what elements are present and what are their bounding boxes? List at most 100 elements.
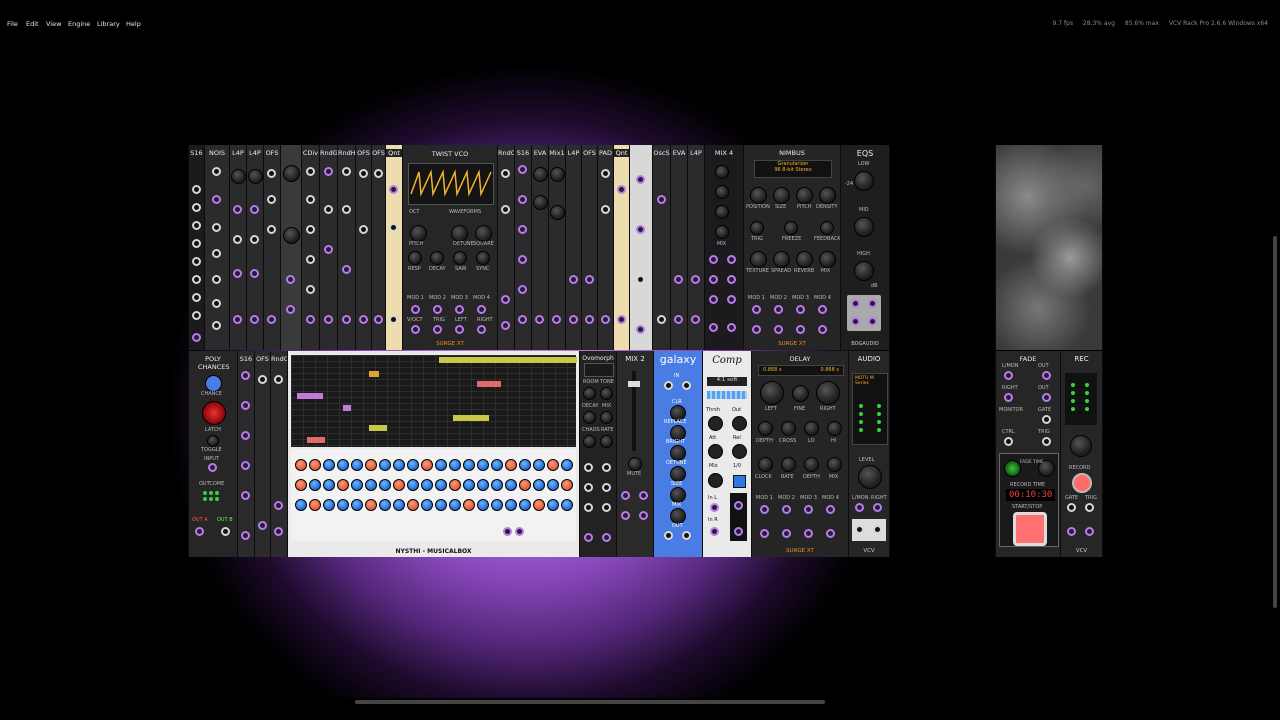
module-pad[interactable]: PAD xyxy=(597,145,614,350)
knob[interactable] xyxy=(533,479,545,491)
jack-port[interactable] xyxy=(250,235,259,244)
knob[interactable] xyxy=(781,457,796,472)
module-ovomorph[interactable]: Ovomorph ROOM TONE DECAY MIX CHAOS RATE xyxy=(579,351,617,557)
jack-port[interactable] xyxy=(192,257,201,266)
jack-port[interactable] xyxy=(374,315,383,324)
jack-port[interactable] xyxy=(233,205,242,214)
knob[interactable] xyxy=(758,457,773,472)
jack-port[interactable] xyxy=(873,525,882,534)
menu-help[interactable]: Help xyxy=(126,20,141,28)
jack-port[interactable] xyxy=(274,501,283,510)
jack-port[interactable] xyxy=(233,269,242,278)
knob[interactable] xyxy=(505,499,517,511)
knob[interactable] xyxy=(231,169,246,184)
knob[interactable] xyxy=(476,251,490,265)
jack-port[interactable] xyxy=(855,503,864,512)
jack-port[interactable] xyxy=(433,325,442,334)
jack-port[interactable] xyxy=(584,483,593,492)
jack-port[interactable] xyxy=(433,305,442,314)
jack-port[interactable] xyxy=(306,225,315,234)
jack-port[interactable] xyxy=(241,371,250,380)
jack-port[interactable] xyxy=(241,401,250,410)
jack-port[interactable] xyxy=(267,169,276,178)
knob[interactable] xyxy=(1070,435,1092,457)
knob[interactable] xyxy=(477,499,489,511)
knob[interactable] xyxy=(309,499,321,511)
jack-port[interactable] xyxy=(324,205,333,214)
module-qnt[interactable]: Qnt xyxy=(613,145,630,350)
delay-time-right[interactable]: 0.868 s xyxy=(820,367,839,373)
jack-port[interactable] xyxy=(585,315,594,324)
knob[interactable] xyxy=(533,459,545,471)
jack-port[interactable] xyxy=(602,483,611,492)
sequencer-note[interactable] xyxy=(307,437,325,443)
jack-port[interactable] xyxy=(1042,393,1051,402)
knob[interactable] xyxy=(491,459,503,471)
jack-port[interactable] xyxy=(195,527,204,536)
knob[interactable] xyxy=(393,459,405,471)
knob[interactable] xyxy=(760,381,784,405)
module-twist-vco[interactable]: TWIST VCO OCT WAVEFORMS PITCH DETUNE SQU… xyxy=(402,145,498,350)
module-comp[interactable]: Comp 4:1 soft Thrsh Out Att Rel Mix 1/0 … xyxy=(702,351,752,557)
jack-port[interactable] xyxy=(192,239,201,248)
knob[interactable] xyxy=(715,205,729,219)
knob[interactable] xyxy=(435,499,447,511)
knob[interactable] xyxy=(205,375,222,392)
knob[interactable] xyxy=(491,479,503,491)
sequencer-note[interactable] xyxy=(453,415,489,421)
jack-port[interactable] xyxy=(192,311,201,320)
module-galaxy[interactable]: galaxy IN CLR REPLACE BRIGHT DETUNE SIZE… xyxy=(653,351,703,557)
jack-port[interactable] xyxy=(826,505,835,514)
knob[interactable] xyxy=(670,508,686,524)
jack-port[interactable] xyxy=(274,375,283,384)
jack-port[interactable] xyxy=(212,321,221,330)
knob[interactable] xyxy=(819,251,836,268)
jack-port[interactable] xyxy=(774,325,783,334)
menu-edit[interactable]: Edit xyxy=(26,20,39,28)
knob[interactable] xyxy=(820,221,834,235)
knob[interactable] xyxy=(475,225,492,242)
knob[interactable] xyxy=(323,479,335,491)
knob[interactable] xyxy=(365,459,377,471)
knob[interactable] xyxy=(351,479,363,491)
jack-port[interactable] xyxy=(342,265,351,274)
jack-port[interactable] xyxy=(636,225,645,234)
module-cdiv[interactable]: CDiv xyxy=(301,145,320,350)
knob[interactable] xyxy=(750,251,767,268)
jack-port[interactable] xyxy=(818,325,827,334)
jack-port[interactable] xyxy=(602,503,611,512)
delay-time-left[interactable]: 0.868 s xyxy=(763,367,782,373)
knob[interactable] xyxy=(295,479,307,491)
knob[interactable] xyxy=(708,444,723,459)
jack-port[interactable] xyxy=(851,299,860,308)
knob[interactable] xyxy=(505,459,517,471)
knob[interactable] xyxy=(453,251,467,265)
knob[interactable] xyxy=(550,205,565,220)
knob[interactable] xyxy=(561,479,573,491)
knob[interactable] xyxy=(421,499,433,511)
module-rndh[interactable]: RndH xyxy=(337,145,356,350)
knob[interactable] xyxy=(283,227,300,244)
knob[interactable] xyxy=(547,479,559,491)
module-rndc[interactable]: RndC xyxy=(497,145,515,350)
jack-port[interactable] xyxy=(774,305,783,314)
jack-port[interactable] xyxy=(518,255,527,264)
jack-port[interactable] xyxy=(1004,437,1013,446)
knob[interactable] xyxy=(519,479,531,491)
jack-port[interactable] xyxy=(796,325,805,334)
knob[interactable] xyxy=(758,421,773,436)
jack-port[interactable] xyxy=(636,175,645,184)
jack-port[interactable] xyxy=(1004,371,1013,380)
knob[interactable] xyxy=(393,499,405,511)
knob[interactable] xyxy=(451,225,468,242)
jack-port[interactable] xyxy=(569,275,578,284)
module-eva[interactable]: EVA xyxy=(531,145,549,350)
knob[interactable] xyxy=(435,479,447,491)
jack-port[interactable] xyxy=(709,295,718,304)
knob[interactable] xyxy=(323,459,335,471)
knob[interactable] xyxy=(463,499,475,511)
module-ofs[interactable]: OFS xyxy=(263,145,281,350)
jack-port[interactable] xyxy=(501,295,510,304)
jack-port[interactable] xyxy=(804,529,813,538)
jack-port[interactable] xyxy=(233,235,242,244)
